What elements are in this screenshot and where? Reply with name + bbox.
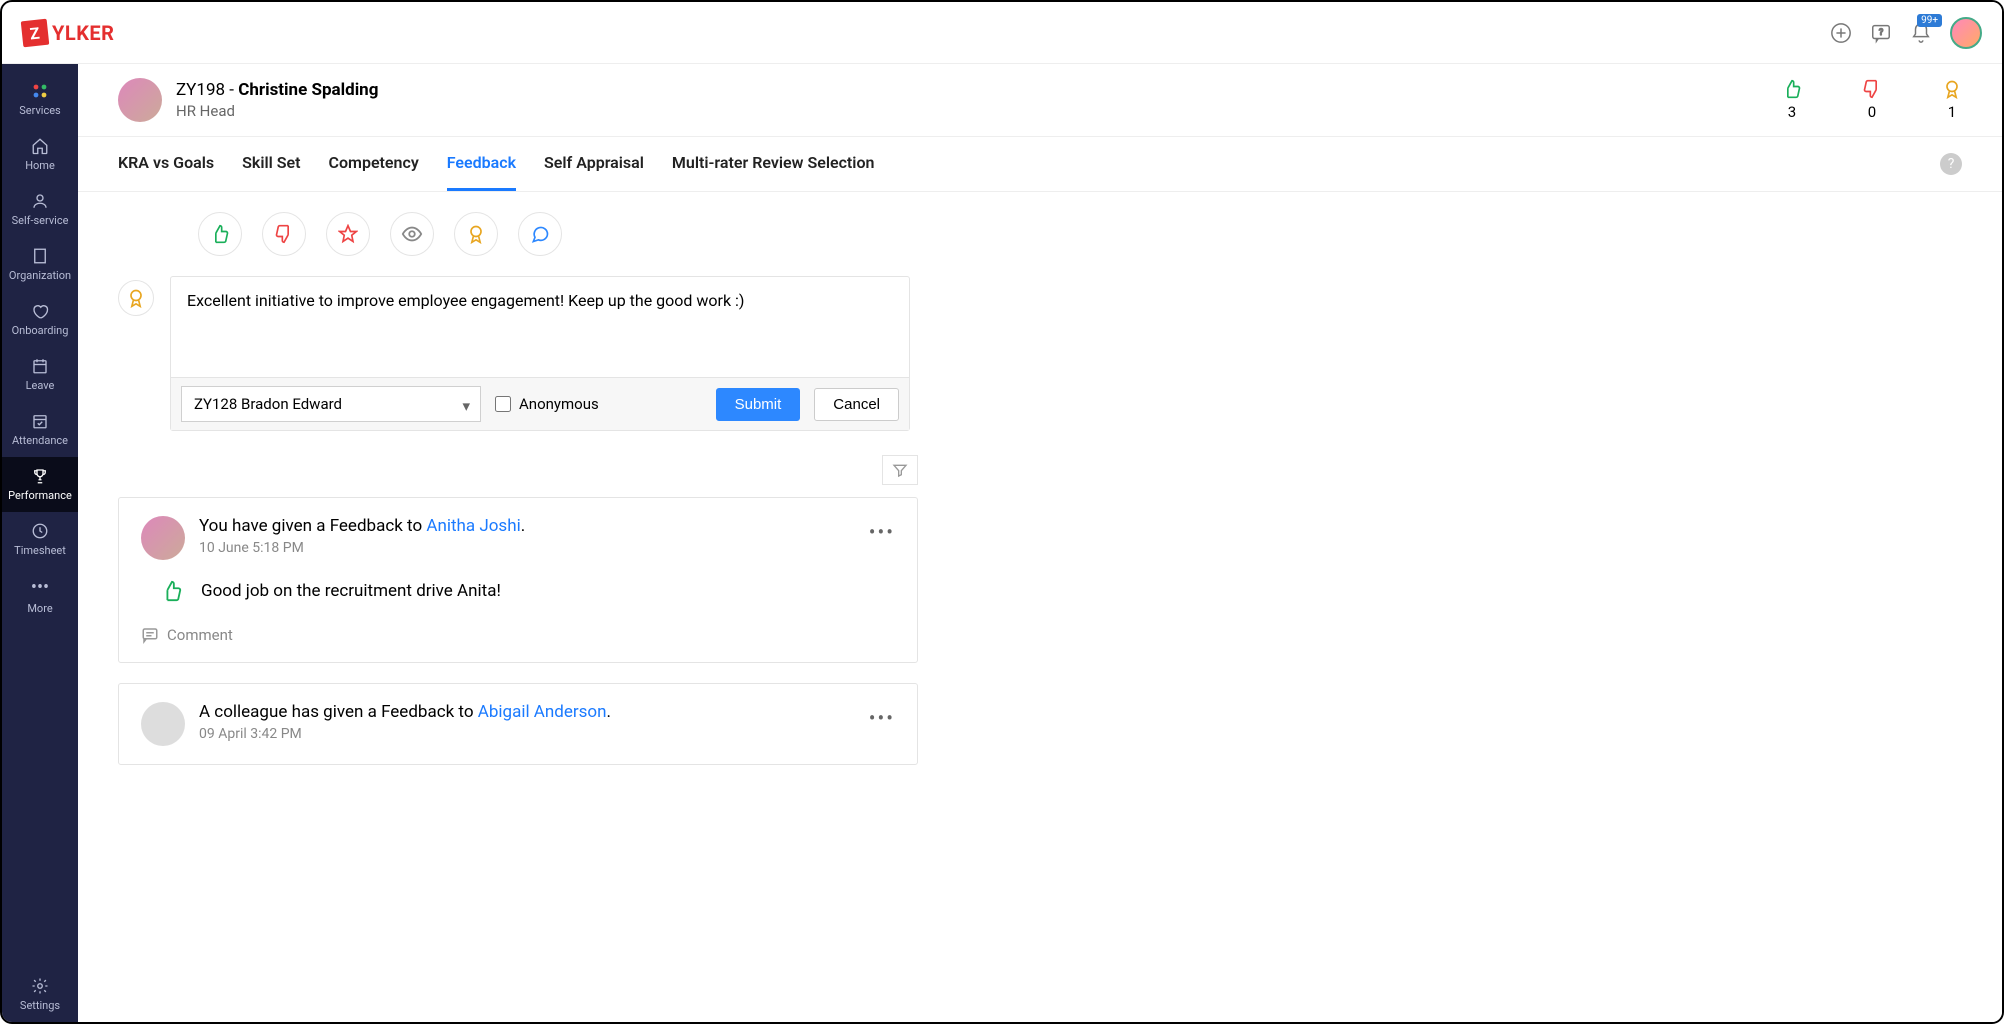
comment-button[interactable]: Comment (141, 626, 895, 644)
tab-bar: KRA vs Goals Skill Set Competency Feedba… (78, 137, 2002, 192)
feed-user-link[interactable]: Abigail Anderson (478, 702, 607, 722)
sidebar-item-label: Settings (20, 999, 60, 1012)
feed-item: You have given a Feedback to Anitha Josh… (118, 497, 918, 663)
building-icon (31, 247, 49, 265)
profile-bar: ZY198 - Christine Spalding HR Head 3 0 1 (78, 64, 2002, 137)
sidebar-item-timesheet[interactable]: Timesheet (2, 512, 78, 567)
stat-thumbs-down: 0 (1862, 79, 1882, 121)
brand-name: YLKER (52, 21, 114, 45)
logo-badge-icon: Z (21, 18, 50, 47)
sidebar-item-label: Home (25, 159, 55, 172)
feed-menu-button[interactable]: ••• (869, 520, 895, 544)
topbar: Z YLKER ? 99+ (2, 2, 2002, 64)
brand-logo[interactable]: Z YLKER (22, 20, 114, 46)
reaction-star[interactable] (326, 212, 370, 256)
feedback-textarea[interactable]: Excellent initiative to improve employee… (171, 277, 909, 377)
sidebar-item-more[interactable]: ••• More (2, 567, 78, 625)
tab-multi-rater[interactable]: Multi-rater Review Selection (672, 137, 875, 191)
feed-menu-button[interactable]: ••• (869, 706, 895, 730)
sidebar-item-label: Services (19, 104, 60, 117)
person-icon (31, 192, 49, 210)
feed-timestamp: 10 June 5:18 PM (199, 540, 525, 556)
sidebar-item-label: Leave (26, 379, 55, 392)
anonymous-checkbox[interactable]: Anonymous (495, 395, 599, 413)
sidebar-item-label: Onboarding (12, 324, 69, 337)
more-icon: ••• (31, 577, 49, 598)
feed-title: You have given a Feedback to Anitha Josh… (199, 516, 525, 536)
reaction-award[interactable] (454, 212, 498, 256)
clock-icon (31, 522, 49, 540)
tab-kra-goals[interactable]: KRA vs Goals (118, 137, 214, 191)
submit-button[interactable]: Submit (716, 388, 801, 421)
sidebar-item-label: Organization (9, 269, 71, 282)
feed-timestamp: 09 April 3:42 PM (199, 726, 611, 742)
thumbs-down-icon (1862, 79, 1882, 99)
sidebar-item-performance[interactable]: Performance (2, 457, 78, 512)
bell-icon[interactable]: 99+ (1910, 22, 1932, 44)
feed-message: Good job on the recruitment drive Anita! (201, 581, 501, 601)
trophy-icon (31, 467, 49, 485)
svg-text:?: ? (1879, 27, 1883, 37)
feed-user-link[interactable]: Anitha Joshi (426, 516, 520, 536)
award-badge-icon (118, 280, 154, 316)
chevron-down-icon: ▾ (462, 397, 470, 415)
profile-avatar[interactable] (118, 78, 162, 122)
sidebar-item-settings[interactable]: Settings (2, 967, 78, 1022)
thumbs-up-icon (161, 580, 183, 602)
profile-id-name: ZY198 - Christine Spalding (176, 80, 378, 100)
reaction-row (198, 212, 1962, 256)
tab-competency[interactable]: Competency (329, 137, 419, 191)
sidebar-item-label: Self-service (12, 214, 69, 227)
reaction-thumbs-down[interactable] (262, 212, 306, 256)
feed-item: A colleague has given a Feedback to Abig… (118, 683, 918, 765)
filter-button[interactable] (882, 455, 918, 485)
sidebar-item-leave[interactable]: Leave (2, 347, 78, 402)
add-icon[interactable] (1830, 22, 1852, 44)
gear-icon (31, 977, 49, 995)
reaction-watch[interactable] (390, 212, 434, 256)
feed-title: A colleague has given a Feedback to Abig… (199, 702, 611, 722)
sidebar-item-onboarding[interactable]: Onboarding (2, 292, 78, 347)
sidebar-item-services[interactable]: Services (2, 72, 78, 127)
notification-badge: 99+ (1917, 14, 1942, 27)
handshake-icon (31, 302, 49, 320)
feed-avatar[interactable] (141, 516, 185, 560)
reaction-comment[interactable] (518, 212, 562, 256)
feedback-form: Excellent initiative to improve employee… (118, 276, 1962, 431)
sidebar-item-home[interactable]: Home (2, 127, 78, 182)
thumbs-up-icon (1782, 79, 1802, 99)
reaction-thumbs-up[interactable] (198, 212, 242, 256)
stat-award: 1 (1942, 79, 1962, 121)
sidebar-item-self-service[interactable]: Self-service (2, 182, 78, 237)
profile-role: HR Head (176, 102, 378, 120)
sidebar-item-label: More (27, 602, 52, 615)
sidebar-item-attendance[interactable]: Attendance (2, 402, 78, 457)
tab-self-appraisal[interactable]: Self Appraisal (544, 137, 644, 191)
recipient-select[interactable]: ZY128 Bradon Edward ▾ (181, 386, 481, 422)
sidebar-item-label: Attendance (12, 434, 68, 447)
help-icon[interactable]: ? (1940, 153, 1962, 175)
calendar-icon (31, 357, 49, 375)
stat-thumbs-up: 3 (1782, 79, 1802, 121)
cancel-button[interactable]: Cancel (814, 388, 899, 421)
award-icon (1942, 79, 1962, 99)
chat-help-icon[interactable]: ? (1870, 22, 1892, 44)
sidebar: Services Home Self-service Organization … (2, 2, 78, 1022)
grid-icon (31, 82, 49, 100)
tab-skill-set[interactable]: Skill Set (242, 137, 300, 191)
home-icon (31, 137, 49, 155)
sidebar-item-organization[interactable]: Organization (2, 237, 78, 292)
user-avatar[interactable] (1950, 17, 1982, 49)
feed-avatar[interactable] (141, 702, 185, 746)
tab-feedback[interactable]: Feedback (447, 137, 516, 191)
sidebar-item-label: Timesheet (14, 544, 66, 557)
sidebar-item-label: Performance (8, 489, 72, 502)
main-content: ZY198 - Christine Spalding HR Head 3 0 1 (78, 2, 2002, 1022)
calendar-check-icon (31, 412, 49, 430)
